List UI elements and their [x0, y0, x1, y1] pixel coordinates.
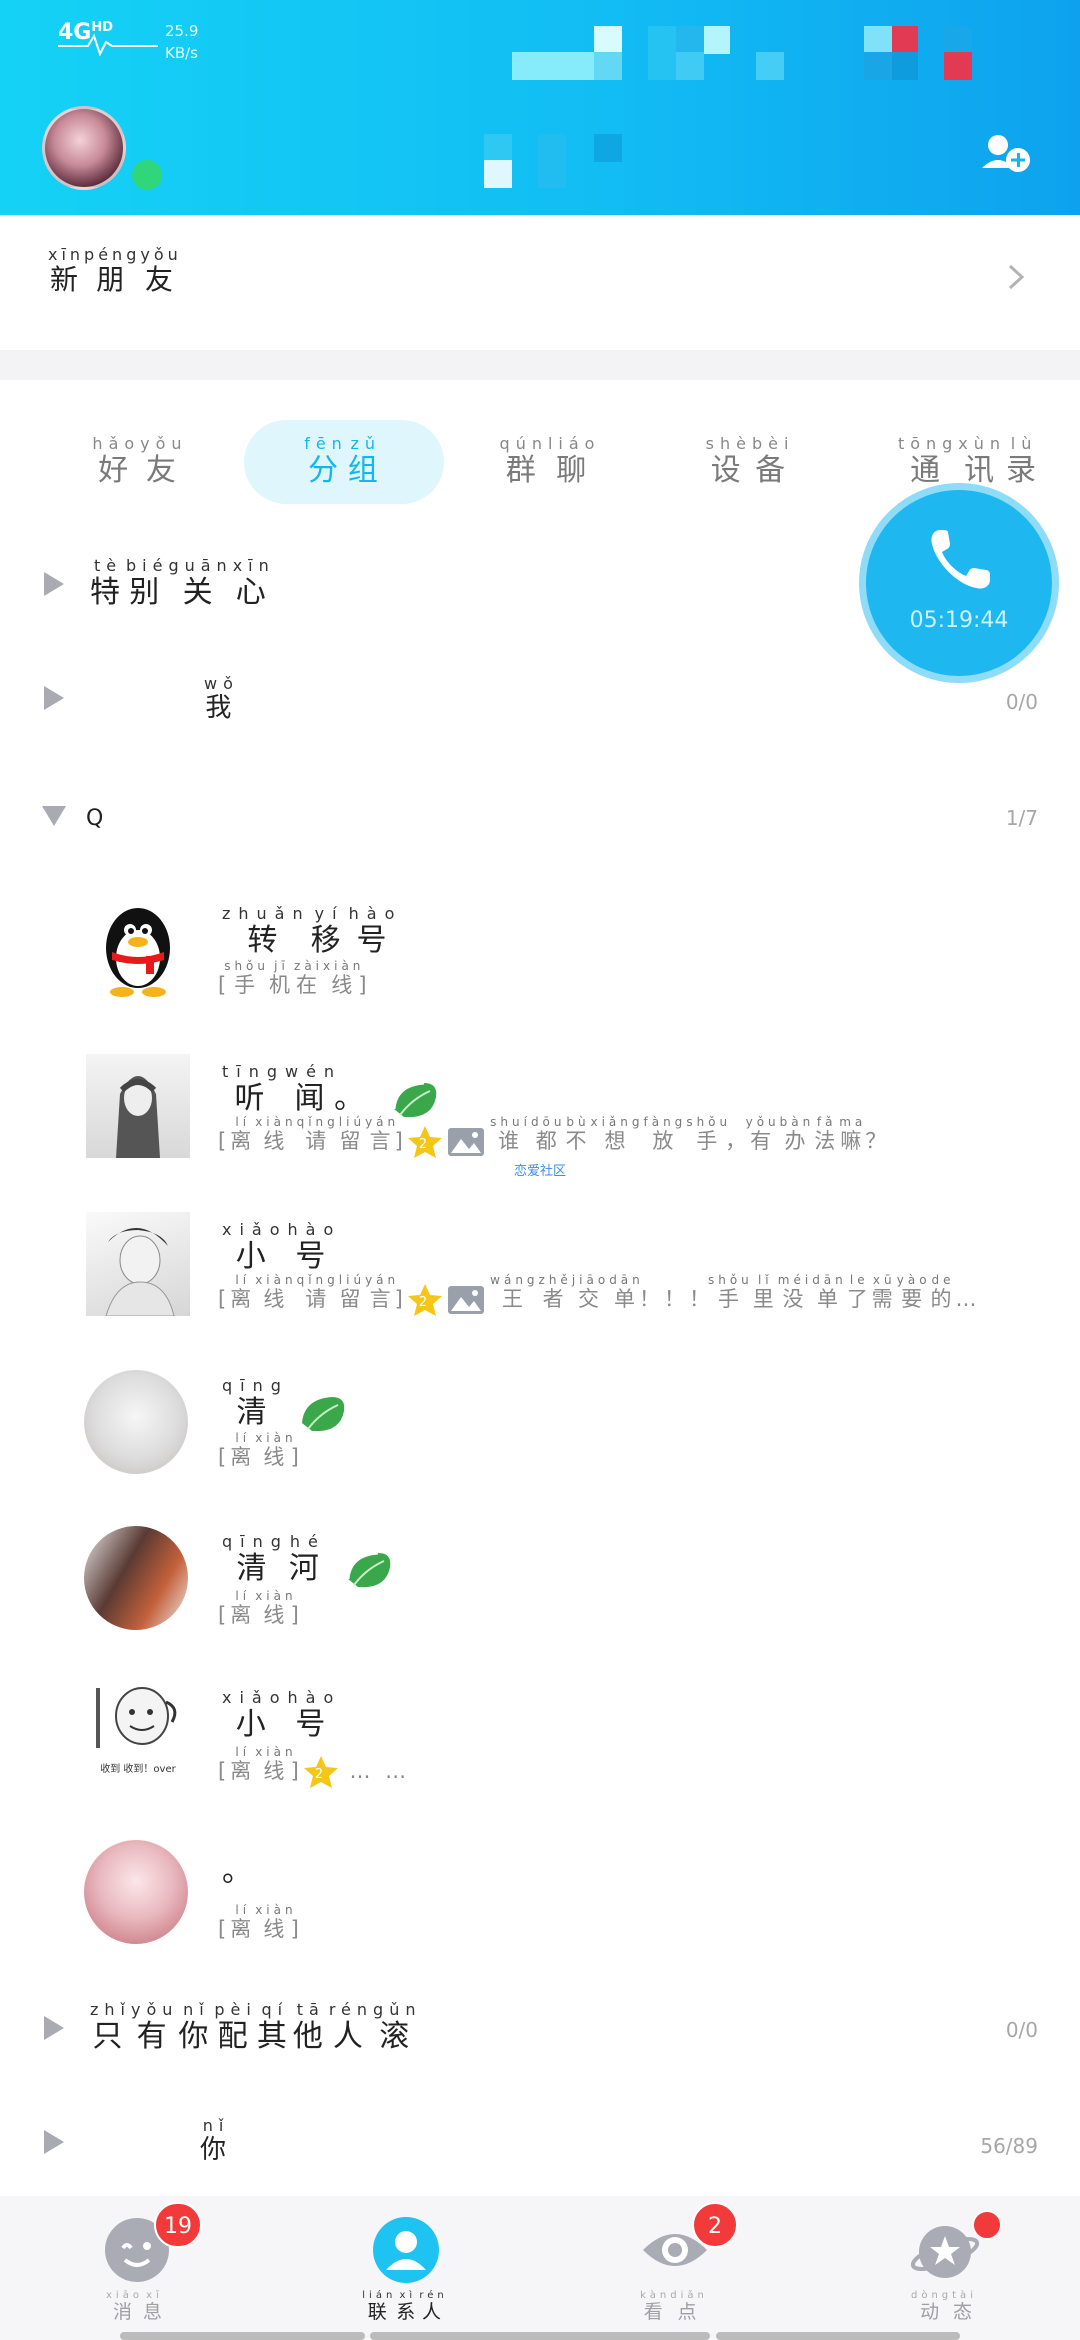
svg-text:2: 2: [315, 1767, 327, 1782]
contact-avatar: [84, 1370, 188, 1474]
community-tag[interactable]: 恋爱社区: [514, 1160, 566, 1179]
home-indicator: [370, 2332, 710, 2340]
expand-arrow-icon: [44, 2016, 64, 2040]
group-online-count: 1/7: [1005, 806, 1038, 830]
contact-status: [离lí线xiàn]: [218, 1431, 303, 1469]
contact-name: 小xiǎo号hào: [222, 1688, 342, 1742]
tab-groups[interactable]: 分fēn 组zǔ: [244, 420, 444, 504]
svg-text:2: 2: [419, 1295, 431, 1310]
nav-label: 联lián系xì人rén: [362, 2290, 448, 2323]
home-indicator: [120, 2332, 365, 2340]
leaf-icon: [346, 1551, 391, 1587]
nav-discover[interactable]: 2 看kàn点diǎn: [574, 2196, 774, 2340]
new-friends-label: 新xīn朋péng友yǒu: [48, 245, 182, 296]
contact-status: [离lí线xiàn] 2 … …: [218, 1745, 411, 1789]
contact-avatar: [84, 1526, 188, 1630]
star-badge-icon: 2: [407, 1284, 442, 1316]
svg-text:2: 2: [419, 1137, 431, 1152]
expand-arrow-icon: [44, 686, 64, 710]
image-icon: [447, 1286, 484, 1314]
nav-label: 动dòng态tài: [911, 2290, 977, 2323]
nav-contacts[interactable]: 联lián系xì人rén: [305, 2196, 505, 2340]
unread-badge: 2: [692, 2202, 738, 2248]
contact-avatar: 收到 收到！over: [86, 1682, 190, 1786]
network-speed: 25.9 KB/s: [165, 22, 199, 62]
tab-devices[interactable]: 设shè 备bèi: [670, 420, 830, 504]
nav-messages[interactable]: 19 消xiāo息xī: [36, 2196, 236, 2340]
group-row-q[interactable]: [0, 780, 1080, 860]
call-timer: 05:19:44: [909, 608, 1009, 633]
contact-status: [离lí线xiàn请qǐng留liú言yán] 2 王wáng者zhě交jiāo单…: [218, 1273, 981, 1317]
tab-friends[interactable]: 好hǎo 友yǒu: [60, 420, 220, 504]
bottom-navigation: 19 消xiāo息xī 联lián系xì人rén 2 看kàn点diǎn 动dò…: [0, 2196, 1080, 2340]
contact-avatar: [86, 1054, 190, 1158]
group-row-me[interactable]: [0, 660, 1080, 740]
contact-status: [离lí线xiàn]: [218, 1589, 303, 1627]
unread-badge: 19: [154, 2202, 202, 2248]
contact-status: [离lí线xiàn请qǐng留liú言yán] 2 谁shuí都dōu不bù想xi…: [218, 1115, 890, 1159]
contact-avatar: [84, 1840, 188, 1944]
group-name: 你nǐ: [200, 2116, 233, 2165]
contact-name: 转zhuǎn移yí号hào: [222, 904, 403, 958]
nav-feed[interactable]: 动dòng态tài: [844, 2196, 1044, 2340]
contact-name: 清qīng河hé: [222, 1532, 394, 1591]
last-message: … …: [349, 1759, 411, 1783]
leaf-icon: [302, 1396, 345, 1431]
ongoing-call-bubble[interactable]: 05:19:44: [866, 490, 1052, 676]
group-name: 只zhǐ有yǒu你nǐ配pèi其qí他tā人rén滚gǔn: [90, 2000, 422, 2054]
group-name: Q: [86, 806, 104, 831]
add-friend-icon[interactable]: [980, 132, 1032, 176]
section-divider: [0, 350, 1080, 380]
new-dot-badge: [972, 2210, 1002, 2240]
group-name: 特tè别bié关guān心xīn: [90, 556, 275, 610]
new-friends-row[interactable]: 新xīn朋péng友yǒu: [0, 215, 1080, 350]
contact-name: 清qīng: [222, 1376, 348, 1435]
nav-label: 消xiāo息xī: [106, 2290, 166, 2323]
chevron-right-icon: [1008, 264, 1025, 290]
collapse-arrow-icon: [42, 806, 66, 826]
contact-name: 听tīng闻wén。: [222, 1062, 440, 1121]
user-avatar[interactable]: [42, 106, 126, 190]
group-online-count: 56/89: [980, 2134, 1038, 2158]
planet-star-icon: [910, 2226, 980, 2278]
contact-avatar: [106, 908, 170, 997]
star-badge-icon: 2: [303, 1756, 338, 1788]
nav-label: 看kàn点diǎn: [640, 2290, 708, 2323]
expand-arrow-icon: [44, 572, 64, 596]
group-name: 我wǒ: [204, 674, 239, 723]
contacts-person-icon: [373, 2217, 439, 2283]
expand-arrow-icon: [44, 2130, 64, 2154]
group-online-count: 0/0: [1005, 690, 1038, 714]
tab-group-chats[interactable]: 群qún 聊liáo: [470, 420, 630, 504]
contact-avatar: [86, 1212, 190, 1316]
online-status-dot: [132, 160, 162, 190]
home-indicator: [716, 2332, 960, 2340]
contact-name: 。: [222, 1854, 260, 1889]
contact-name: 小xiǎo号hào: [222, 1220, 342, 1274]
header: 4GHD 25.9 KB/s: [0, 0, 1080, 215]
signal-pulse-icon: [58, 33, 158, 56]
phone-icon: [931, 530, 990, 589]
group-online-count: 0/0: [1005, 2018, 1038, 2042]
contact-status: [手shǒu机jī在zài线xiàn]: [218, 959, 371, 997]
contact-status: [离lí线xiàn]: [218, 1903, 303, 1941]
avatar-caption: 收到 收到！over: [100, 1764, 176, 1775]
group-row[interactable]: [0, 2105, 1080, 2185]
image-icon: [447, 1128, 484, 1156]
star-badge-icon: 2: [407, 1126, 442, 1158]
